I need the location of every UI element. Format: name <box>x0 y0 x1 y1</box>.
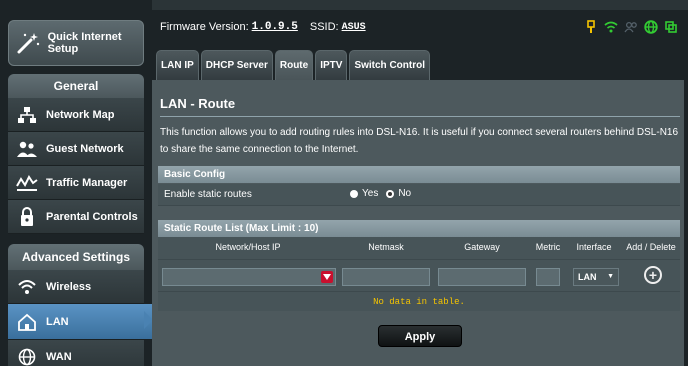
magic-wand-icon <box>15 28 42 58</box>
wifi-icon[interactable] <box>604 20 618 34</box>
parental-controls-icon <box>14 206 40 227</box>
wan-icon <box>14 348 40 366</box>
col-gateway: Gateway <box>464 242 500 252</box>
col-add-delete: Add / Delete <box>626 242 676 252</box>
quick-internet-setup-button[interactable]: Quick Internet Setup <box>8 20 144 66</box>
internet-icon[interactable] <box>644 20 658 34</box>
general-heading: General <box>8 74 144 98</box>
status-bar: Firmware Version: 1.0.9.5 SSID: ASUS <box>152 10 688 44</box>
tab-route[interactable]: Route <box>274 50 314 80</box>
interface-value: LAN <box>578 272 597 282</box>
ip-dropdown-button[interactable] <box>321 271 333 283</box>
tab-iptv[interactable]: IPTV <box>315 50 348 80</box>
ssid-link[interactable]: ASUS <box>342 22 366 33</box>
network-map-icon <box>14 106 40 124</box>
sidebar-item-guest-network[interactable]: Guest Network <box>8 132 144 166</box>
tab-lan-ip[interactable]: LAN IP <box>156 50 199 80</box>
sidebar-item-wan[interactable]: WAN <box>8 340 144 366</box>
sidebar-item-label: WAN <box>46 350 72 363</box>
sidebar-item-label: Parental Controls <box>46 210 138 223</box>
radio-yes-label: Yes <box>362 188 379 199</box>
tab-bar: LAN IP DHCP Server Route IPTV Switch Con… <box>156 50 430 80</box>
firmware-label: Firmware Version: <box>160 21 249 33</box>
main-area: Firmware Version: 1.0.9.5 SSID: ASUS LAN… <box>152 0 688 366</box>
wireless-icon <box>14 278 40 296</box>
page-description: This function allows you to add routing … <box>160 127 679 155</box>
advanced-settings-heading: Advanced Settings <box>8 244 144 270</box>
sidebar-item-label: Network Map <box>46 108 115 121</box>
plus-icon: + <box>648 267 658 283</box>
enable-static-routes-row: Enable static routes Yes No <box>158 184 680 206</box>
netmask-input[interactable] <box>342 268 430 286</box>
sidebar-item-wireless[interactable]: Wireless <box>8 270 144 304</box>
sidebar-item-traffic-manager[interactable]: Traffic Manager <box>8 166 144 200</box>
enable-static-routes-options: Yes No <box>350 188 411 199</box>
interface-select[interactable]: LAN ▼ <box>573 268 619 286</box>
metric-input[interactable] <box>536 268 560 286</box>
guest-network-icon <box>14 140 40 158</box>
content-panel: LAN - Route This function allows you to … <box>152 80 684 366</box>
sidebar-item-parental-controls[interactable]: Parental Controls <box>8 200 144 234</box>
ssid-label: SSID: <box>309 21 339 33</box>
page-title: LAN - Route <box>160 96 236 111</box>
title-divider <box>160 116 680 117</box>
col-metric: Metric <box>535 242 561 252</box>
radio-yes[interactable] <box>350 189 358 198</box>
gateway-input[interactable] <box>438 268 526 286</box>
tab-switch-control[interactable]: Switch Control <box>349 50 430 80</box>
sidebar-item-lan[interactable]: LAN <box>8 304 152 340</box>
route-entry-row: LAN ▼ + <box>158 259 680 291</box>
quick-internet-setup-label: Quick Internet Setup <box>47 31 122 55</box>
app-icon[interactable] <box>664 20 678 34</box>
status-icons <box>584 20 678 34</box>
users-icon[interactable] <box>624 20 638 34</box>
static-route-list-heading: Static Route List (Max Limit : 10) <box>158 220 680 237</box>
sidebar-item-label: LAN <box>46 315 69 328</box>
route-table-header: Network/Host IP Netmask Gateway Metric I… <box>158 237 680 259</box>
sidebar-item-label: Guest Network <box>46 142 124 155</box>
empty-table-message: No data in table. <box>158 291 680 311</box>
sidebar-item-label: Wireless <box>46 280 92 293</box>
lan-icon <box>14 312 40 332</box>
traffic-manager-icon <box>14 174 40 192</box>
network-host-ip-input[interactable] <box>162 268 336 286</box>
radio-no[interactable] <box>386 189 395 198</box>
col-netmask: Netmask <box>368 242 404 252</box>
col-interface: Interface <box>576 242 612 252</box>
sidebar: Quick Internet Setup General Network Map… <box>0 0 153 366</box>
col-network-host-ip: Network/Host IP <box>215 242 281 252</box>
firmware-version-link[interactable]: 1.0.9.5 <box>252 21 298 33</box>
sidebar-item-label: Traffic Manager <box>46 176 128 189</box>
radio-no-label: No <box>398 188 412 199</box>
enable-static-routes-label: Enable static routes <box>164 189 252 200</box>
apply-button[interactable]: Apply <box>378 325 462 347</box>
chevron-down-icon: ▼ <box>607 273 614 280</box>
sidebar-item-network-map[interactable]: Network Map <box>8 98 144 132</box>
top-band <box>152 0 688 10</box>
usb-icon[interactable] <box>584 20 598 34</box>
basic-config-heading: Basic Config <box>158 166 680 183</box>
tab-dhcp-server[interactable]: DHCP Server <box>200 50 273 80</box>
add-route-button[interactable]: + <box>644 266 662 284</box>
